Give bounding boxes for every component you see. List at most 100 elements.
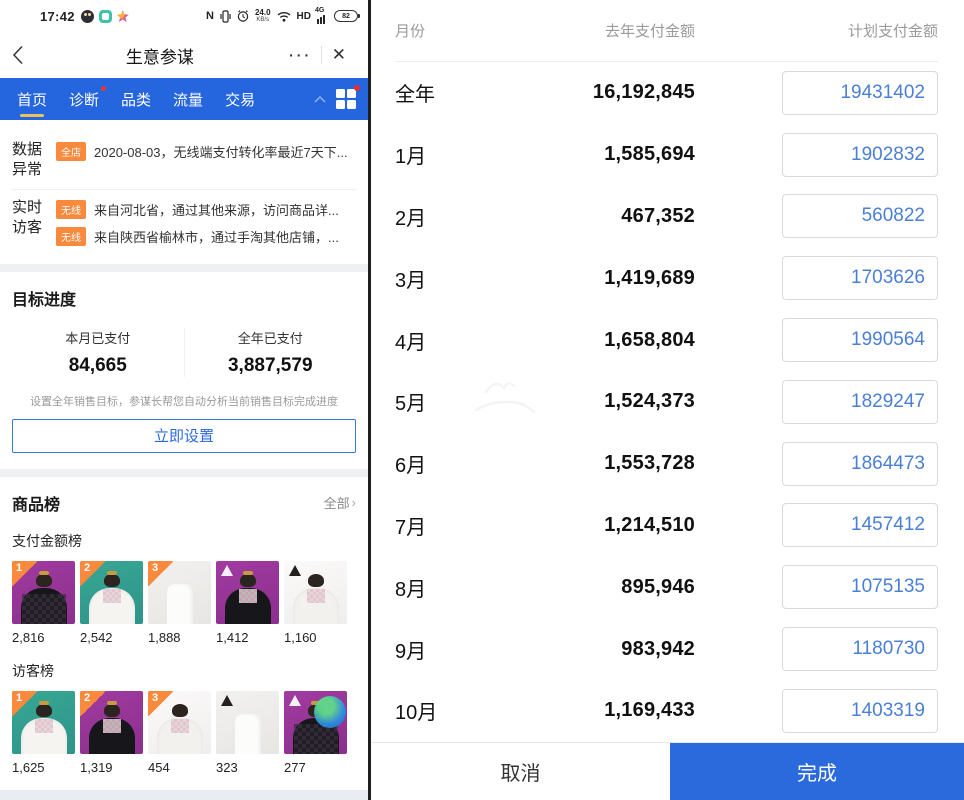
last-year-value: 1,553,728 bbox=[505, 452, 695, 475]
table-row: 8月 895,946 bbox=[395, 556, 938, 618]
wireless-badge: 无线 bbox=[56, 200, 86, 219]
tab-home[interactable]: 首页 bbox=[6, 78, 58, 120]
back-button[interactable] bbox=[12, 46, 42, 64]
table-row: 6月 1,553,728 bbox=[395, 433, 938, 495]
month-label: 1月 bbox=[395, 140, 505, 169]
month-label: 全年 bbox=[395, 78, 505, 107]
product-item[interactable]: 3 1,888 bbox=[148, 561, 211, 645]
product-item[interactable]: 2 1,319 bbox=[80, 691, 143, 775]
clock-time: 17:42 bbox=[40, 9, 75, 24]
plan-amount-input[interactable] bbox=[782, 565, 938, 609]
visitor-rank-list: 1 1,625 2 1,319 3 bbox=[12, 691, 356, 775]
product-image: 2 bbox=[80, 561, 143, 624]
goal-hint-text: 设置全年销售目标，参谋长帮您自动分析当前销售目标完成进度 bbox=[12, 393, 356, 409]
section-gap bbox=[0, 469, 368, 477]
product-image: 2 bbox=[80, 691, 143, 754]
realtime-visitors-row[interactable]: 实时访客 无线 来自河北省，通过其他来源，访问商品详... 无线 来自陕西省榆林… bbox=[12, 189, 356, 254]
brand-logo-icon bbox=[221, 565, 233, 576]
plan-amount-input[interactable] bbox=[782, 689, 938, 733]
plan-amount-input[interactable] bbox=[782, 194, 938, 238]
last-year-value: 16,192,845 bbox=[505, 81, 695, 104]
product-rank-section: 商品榜 全部 › 支付金额榜 1 2,816 bbox=[0, 477, 368, 791]
plan-amount-input[interactable] bbox=[782, 380, 938, 424]
table-row: 1月 1,585,694 bbox=[395, 124, 938, 186]
view-all-link[interactable]: 全部 › bbox=[324, 493, 356, 512]
tab-category[interactable]: 品类 bbox=[110, 78, 162, 120]
plan-amount-input[interactable] bbox=[782, 318, 938, 362]
goal-edit-sheet: 月份 去年支付金额 计划支付金额 全年 16,192,845 1月 1,585,… bbox=[371, 0, 964, 800]
visitor-rank-title: 访客榜 bbox=[12, 661, 356, 681]
goal-table: 月份 去年支付金额 计划支付金额 全年 16,192,845 1月 1,585,… bbox=[371, 0, 964, 742]
product-item[interactable]: 277 bbox=[284, 691, 347, 775]
product-value: 2,542 bbox=[80, 630, 143, 645]
close-button[interactable]: ✕ bbox=[322, 45, 356, 65]
table-row: 7月 1,214,510 bbox=[395, 495, 938, 557]
realtime-title: 实时访客 bbox=[12, 198, 46, 239]
wireless-badge: 无线 bbox=[56, 227, 86, 246]
rank-badge: 2 bbox=[80, 561, 105, 586]
arrow-up-icon[interactable] bbox=[314, 95, 326, 103]
product-value: 2,816 bbox=[12, 630, 75, 645]
battery-icon: 82 bbox=[334, 10, 358, 22]
year-paid-stat: 全年已支付 3,887,579 bbox=[184, 328, 357, 377]
tab-traffic[interactable]: 流量 bbox=[162, 78, 214, 120]
cancel-button[interactable]: 取消 bbox=[371, 743, 670, 800]
stat-label: 本月已支付 bbox=[12, 328, 184, 347]
nfc-icon: N bbox=[206, 10, 214, 22]
sheet-footer: 取消 完成 bbox=[371, 742, 964, 800]
product-item[interactable]: 1,412 bbox=[216, 561, 279, 645]
tab-diagnosis[interactable]: 诊断 bbox=[58, 78, 110, 120]
network-speed: 24.0 KB/s bbox=[255, 9, 271, 23]
product-item[interactable]: 3 454 bbox=[148, 691, 211, 775]
plan-amount-input[interactable] bbox=[782, 442, 938, 486]
product-value: 1,412 bbox=[216, 630, 279, 645]
month-label: 4月 bbox=[395, 326, 505, 355]
product-item[interactable]: 1 2,816 bbox=[12, 561, 75, 645]
page-title: 生意参谋 bbox=[42, 43, 278, 68]
last-year-value: 1,585,694 bbox=[505, 143, 695, 166]
plan-amount-input[interactable] bbox=[782, 133, 938, 177]
product-image bbox=[284, 561, 347, 624]
last-year-value: 1,419,689 bbox=[505, 267, 695, 290]
plan-amount-input[interactable] bbox=[782, 627, 938, 671]
plan-amount-input[interactable] bbox=[782, 503, 938, 547]
data-anomaly-title: 数据异常 bbox=[12, 140, 46, 181]
rank-badge: 1 bbox=[12, 691, 37, 716]
plan-amount-input[interactable] bbox=[782, 256, 938, 300]
product-value: 454 bbox=[148, 760, 211, 775]
product-item[interactable]: 323 bbox=[216, 691, 279, 775]
plan-amount-input[interactable] bbox=[782, 71, 938, 115]
alarm-icon bbox=[237, 10, 249, 22]
setup-now-button[interactable]: 立即设置 bbox=[12, 419, 356, 453]
section-gap bbox=[0, 264, 368, 272]
apps-grid-button[interactable] bbox=[336, 89, 356, 109]
notification-dot bbox=[101, 86, 106, 91]
product-value: 277 bbox=[284, 760, 347, 775]
brand-logo-icon bbox=[289, 695, 301, 706]
last-year-value: 1,214,510 bbox=[505, 514, 695, 537]
product-image bbox=[284, 691, 347, 754]
avatar-notification-icon bbox=[81, 10, 94, 23]
brand-logo-icon bbox=[221, 695, 233, 706]
product-item[interactable]: 2 2,542 bbox=[80, 561, 143, 645]
month-label: 2月 bbox=[395, 202, 505, 231]
header-plan: 计划支付金额 bbox=[775, 20, 938, 41]
product-item[interactable]: 1,160 bbox=[284, 561, 347, 645]
product-value: 323 bbox=[216, 760, 279, 775]
product-item[interactable]: 1 1,625 bbox=[12, 691, 75, 775]
month-label: 10月 bbox=[395, 696, 505, 725]
tab-trade[interactable]: 交易 bbox=[214, 78, 266, 120]
photo-notification-icon bbox=[117, 10, 129, 22]
more-menu-button[interactable]: ··· bbox=[278, 44, 321, 67]
table-header: 月份 去年支付金额 计划支付金额 bbox=[395, 0, 938, 62]
bottom-strip bbox=[0, 790, 368, 800]
goal-section-title: 目标进度 bbox=[12, 286, 356, 310]
product-image bbox=[216, 561, 279, 624]
done-button[interactable]: 完成 bbox=[670, 743, 964, 800]
header-month: 月份 bbox=[395, 20, 505, 41]
product-image: 1 bbox=[12, 691, 75, 754]
vibrate-icon bbox=[220, 10, 231, 23]
data-anomaly-row[interactable]: 数据异常 全店 2020-08-03，无线端支付转化率最近7天下... bbox=[12, 132, 356, 189]
pay-rank-title: 支付金额榜 bbox=[12, 531, 356, 551]
app-root: 17:42 N 24.0 KB/ bbox=[0, 0, 964, 800]
